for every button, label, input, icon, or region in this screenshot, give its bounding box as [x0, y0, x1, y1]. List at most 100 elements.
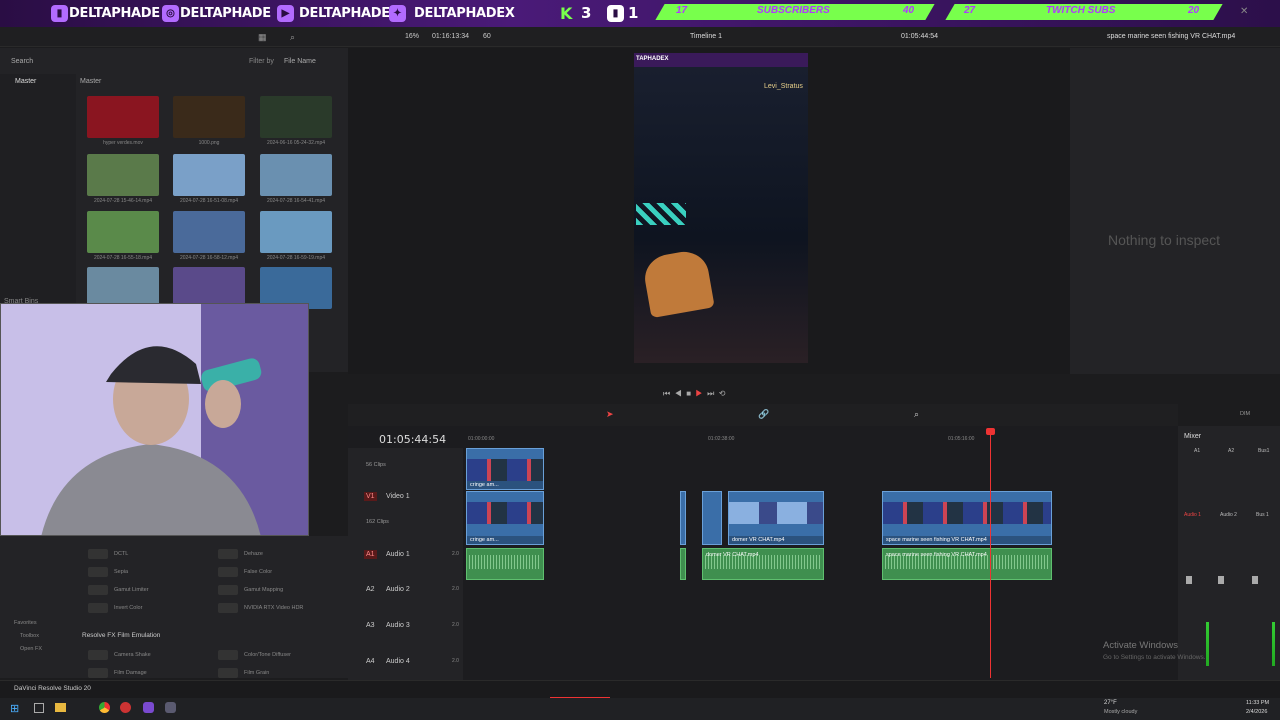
obs-icon[interactable] — [143, 702, 154, 713]
effect-item[interactable]: NVIDIA RTX Video HDR — [210, 601, 340, 615]
fx-group-title[interactable]: Resolve FX Film Emulation — [82, 632, 160, 639]
media-thumbnail[interactable] — [260, 211, 332, 253]
effect-label: Invert Color — [114, 605, 143, 611]
effect-thumb-icon — [218, 650, 238, 660]
track-id-v1[interactable]: V1 — [364, 492, 377, 501]
video-clip-3[interactable]: domer VR CHAT.mp4 — [728, 491, 824, 545]
effects-library: DCTL Sepia Gamut Limiter Invert Color Dehaze… — [0, 536, 348, 678]
timeline-name[interactable]: Timeline 1 — [690, 33, 722, 40]
effect-label: NVIDIA RTX Video HDR — [244, 605, 304, 611]
file-explorer-icon[interactable] — [55, 703, 66, 712]
fader-a2[interactable] — [1218, 576, 1224, 584]
toolbox-item[interactable]: Toolbox — [20, 633, 39, 639]
mixer-audio2-label: Audio 2 — [1220, 512, 1237, 518]
media-thumbnail[interactable] — [87, 96, 159, 138]
media-thumbnail[interactable] — [173, 96, 245, 138]
track-id-a4[interactable]: A4 — [366, 658, 375, 665]
video-clip-1[interactable]: cringe am... — [466, 491, 544, 545]
play-icon[interactable]: ▶ — [696, 389, 703, 398]
media-thumbnail-caption: 2024-07-28 16-55-18.mp4 — [93, 255, 153, 261]
timeline-panel: 01:05:44:54 01:00:00:00 01:02:38:00 01:0… — [348, 426, 1178, 680]
playhead-handle[interactable] — [986, 428, 995, 435]
grid-view-icon[interactable]: ▦ — [258, 32, 267, 43]
mixer-bus1-label: Bus 1 — [1256, 512, 1269, 518]
effect-item[interactable]: Film Damage — [80, 666, 210, 680]
effect-item[interactable]: False Color — [210, 565, 340, 579]
app-icon-red[interactable] — [120, 702, 131, 713]
filter-select[interactable]: File Name — [284, 58, 316, 65]
effect-item[interactable]: Sepia — [80, 565, 210, 579]
effect-thumb-icon — [218, 549, 238, 559]
loop-icon[interactable]: ⟲ — [719, 389, 726, 398]
effect-thumb-icon — [88, 668, 108, 678]
mixer-panel: Mixer A1 A2 Bus1 Audio 1 Audio 2 Bus 1 — [1178, 426, 1280, 680]
effect-item[interactable]: Dehaze — [210, 547, 340, 561]
track-id-a1[interactable]: A1 — [364, 550, 377, 559]
task-view-icon[interactable] — [34, 703, 44, 713]
media-thumbnail[interactable] — [87, 211, 159, 253]
selection-tool-icon[interactable]: ➤ — [606, 409, 614, 420]
zoom-icon[interactable]: ⌕ — [914, 409, 919, 420]
link-icon[interactable]: 🔗 — [758, 409, 769, 420]
effect-thumb-icon — [218, 668, 238, 678]
effect-item[interactable]: Color/Tone Diffuser — [210, 648, 340, 662]
track-name-a3: Audio 3 — [386, 622, 410, 629]
effect-label: Color/Tone Diffuser — [244, 652, 291, 658]
audio-clip-3[interactable]: domer VR CHAT.mp4 — [702, 548, 824, 580]
effect-thumb-icon — [88, 603, 108, 613]
bin-master[interactable]: Master — [15, 78, 36, 85]
audio-clip-1[interactable] — [466, 548, 544, 580]
audio-clip-small-1[interactable] — [680, 548, 686, 580]
video-clip-4[interactable]: space marine seen fishing VR CHAT.mp4 — [882, 491, 1052, 545]
upper-clip-1[interactable]: cringe am... — [466, 448, 544, 490]
media-thumbnail[interactable] — [173, 154, 245, 196]
media-thumbnail-caption: 2024-07-28 16-54-41.mp4 — [266, 198, 326, 204]
fader-bus[interactable] — [1252, 576, 1258, 584]
close-icon[interactable]: ✕ — [1240, 6, 1248, 17]
effect-item[interactable]: Camera Shake — [80, 648, 210, 662]
chrome-icon[interactable] — [99, 702, 110, 713]
resolve-icon[interactable] — [165, 702, 176, 713]
reverse-icon[interactable]: ◀ — [675, 389, 682, 398]
pot-shape — [641, 247, 715, 319]
activate-windows-title: Activate Windows — [1103, 640, 1178, 651]
record-timecode: 01:05:44:54 — [901, 33, 938, 40]
windows-start-icon[interactable]: ⊞ — [10, 702, 19, 715]
search-icon[interactable]: ⌕ — [290, 32, 295, 43]
audio-clip-4[interactable]: space marine seen fishing VR CHAT.mp4 — [882, 548, 1052, 580]
media-thumbnail[interactable] — [87, 154, 159, 196]
track-id-a3[interactable]: A3 — [366, 622, 375, 629]
first-frame-icon[interactable]: ⏮ — [663, 389, 670, 398]
timeline-timecode: 01:05:44:54 — [379, 433, 447, 446]
favorites-item[interactable]: Favorites — [14, 620, 37, 626]
zoom-level[interactable]: 16% — [405, 33, 419, 40]
chat-username: Levi_Stratus — [764, 83, 803, 90]
clip-label: space marine seen fishing VR CHAT.mp4 — [883, 536, 1051, 544]
track-id-a2[interactable]: A2 — [366, 586, 375, 593]
effect-item[interactable]: Gamut Limiter — [80, 583, 210, 597]
video-clip-small-1[interactable] — [680, 491, 686, 545]
youtube-handle: DELTAPHADE — [299, 6, 390, 21]
last-frame-icon[interactable]: ⏭ — [707, 389, 714, 398]
inspector-panel: Nothing to inspect — [1070, 48, 1280, 374]
effect-item[interactable]: DCTL — [80, 547, 210, 561]
media-search-input[interactable]: Search — [11, 58, 33, 65]
media-thumbnail[interactable] — [260, 96, 332, 138]
ruler-tick-0: 01:00:00:00 — [468, 436, 495, 442]
effect-thumb-icon — [88, 567, 108, 577]
fader-a1[interactable] — [1186, 576, 1192, 584]
effect-thumb-icon — [218, 603, 238, 613]
effect-label: Film Grain — [244, 670, 270, 676]
effect-item[interactable]: Gamut Mapping — [210, 583, 340, 597]
media-thumbnail[interactable] — [173, 211, 245, 253]
effect-item[interactable]: Film Grain — [210, 666, 340, 680]
media-thumbnail-caption: hyper verdes.mov — [103, 140, 143, 146]
media-thumbnail-caption: 2024-07-28 16-58-12.mp4 — [179, 255, 239, 261]
effect-item[interactable]: Invert Color — [80, 601, 210, 615]
media-thumbnail[interactable] — [260, 154, 332, 196]
video-clip-small-2[interactable] — [702, 491, 722, 545]
dim-button[interactable]: DIM — [1240, 411, 1250, 417]
playhead[interactable] — [990, 430, 991, 678]
open-fx-item[interactable]: Open FX — [20, 646, 42, 652]
stop-icon[interactable]: ■ — [686, 389, 691, 398]
